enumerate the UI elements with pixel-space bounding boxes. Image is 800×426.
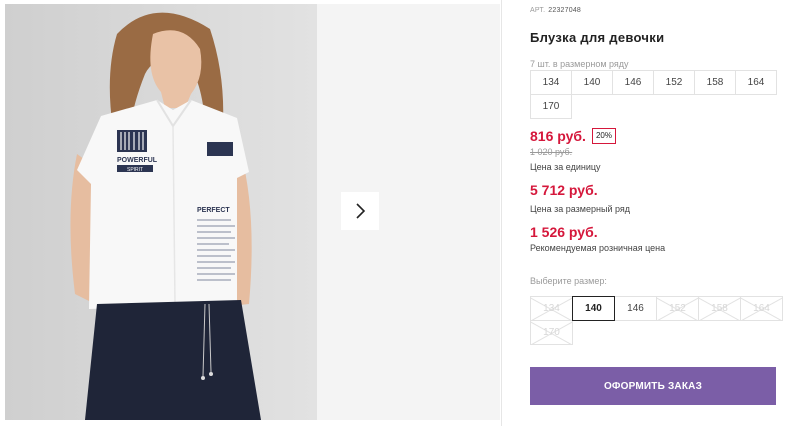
unit-price-row: 816 руб. 20% (530, 128, 616, 144)
unit-price-caption: Цена за единицу (530, 162, 601, 172)
pack-size-cell: 134 (530, 70, 572, 95)
size-option-label: 170 (543, 327, 560, 338)
order-button[interactable]: ОФОРМИТЬ ЗАКАЗ (530, 367, 776, 405)
product-title: Блузка для девочки (530, 30, 665, 45)
size-option-label: 146 (627, 303, 644, 314)
chevron-right-icon (356, 203, 366, 219)
set-price: 5 712 руб. (530, 182, 598, 198)
size-option-label: 158 (711, 303, 728, 314)
sku-label: АРТ. (530, 7, 546, 14)
size-option-label: 152 (669, 303, 686, 314)
unit-price: 816 руб. (530, 128, 586, 144)
sku-value: 22327048 (548, 7, 582, 14)
old-price: 1 020 руб. (530, 147, 573, 157)
size-option-label: 164 (753, 303, 770, 314)
print-powerful: POWERFUL (117, 157, 158, 164)
pack-size-grid: 134 140 146 152 158 164 170 (530, 70, 780, 119)
pack-size-cell: 140 (571, 70, 613, 95)
print-perfect: PERFECT (197, 207, 230, 214)
size-option-unavailable: 170 (530, 320, 573, 345)
size-option-label: 134 (543, 303, 560, 314)
pack-size-cell: 170 (530, 94, 572, 119)
size-option-unavailable: 134 (530, 296, 573, 321)
size-option-unavailable: 152 (656, 296, 699, 321)
retail-price-caption: Рекомендуемая розничная цена (530, 243, 666, 253)
set-price-caption: Цена за размерный ряд (530, 204, 631, 214)
size-option-unavailable: 164 (740, 296, 783, 321)
print-spirit: SPIRIT (127, 167, 143, 173)
size-picker: 134 140 146 152 158 164 170 (530, 296, 783, 345)
size-select-label: Выберите размер: (530, 276, 607, 286)
panel-divider (501, 0, 502, 426)
product-gallery: POWERFUL SPIRIT PERFECT (5, 4, 500, 420)
product-photo[interactable]: POWERFUL SPIRIT PERFECT (5, 4, 317, 420)
pack-size-cell: 164 (735, 70, 777, 95)
size-option-label: 140 (585, 303, 602, 314)
sku: АРТ. 22327048 (530, 7, 581, 14)
size-option-selected[interactable]: 140 (572, 296, 615, 321)
pack-size-cell: 152 (653, 70, 695, 95)
pack-size-cell: 146 (612, 70, 654, 95)
pack-note: 7 шт. в размерном ряду (530, 59, 629, 69)
size-option[interactable]: 146 (614, 296, 657, 321)
size-option-unavailable: 158 (698, 296, 741, 321)
gallery-next-button[interactable] (341, 192, 379, 230)
discount-badge: 20% (591, 128, 616, 144)
pack-size-cell: 158 (694, 70, 736, 95)
retail-price: 1 526 руб. (530, 224, 598, 240)
